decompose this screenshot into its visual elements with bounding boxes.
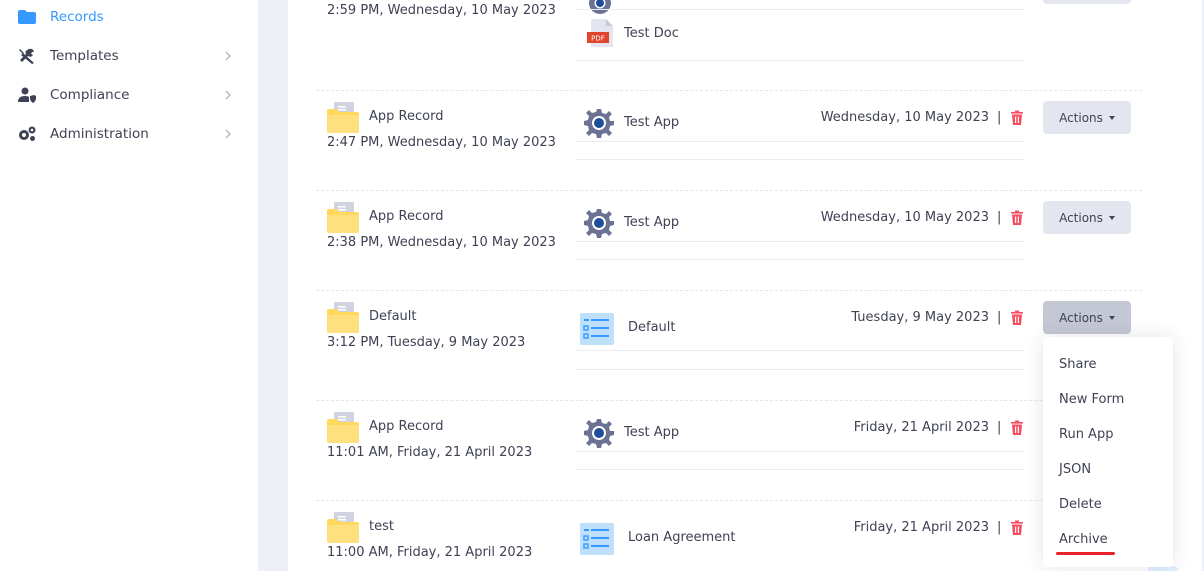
item-label[interactable]: Default (628, 320, 676, 335)
record-time: 2:47 PM, Wednesday, 10 May 2023 (327, 135, 556, 150)
record-time: 2:38 PM, Wednesday, 10 May 2023 (327, 235, 556, 250)
separator: | (997, 520, 1002, 535)
menu-item-delete[interactable]: Delete (1059, 497, 1102, 512)
actions-dropdown-menu: Share New Form Run App JSON Delete Archi… (1043, 337, 1173, 567)
sidebar-item-compliance[interactable]: Compliance (0, 80, 258, 110)
item-label[interactable]: Test App (624, 115, 679, 130)
chevron-right-icon (225, 90, 231, 100)
sidebar-item-templates[interactable]: Templates (0, 41, 258, 71)
record-time: 3:12 PM, Tuesday, 9 May 2023 (327, 335, 526, 350)
gear-app-icon (584, 109, 614, 138)
annotation-underline (1056, 552, 1115, 555)
sidebar-item-label: Administration (50, 126, 149, 142)
sidebar-item-administration[interactable]: Administration (0, 119, 258, 149)
record-name[interactable]: App Record (369, 419, 443, 434)
menu-item-archive[interactable]: Archive (1059, 532, 1108, 547)
sidebar-item-label: Templates (50, 48, 119, 64)
item-divider (576, 159, 1024, 160)
row-separator (316, 190, 1142, 191)
sidebar-item-records[interactable]: Records (0, 2, 258, 32)
row-separator (316, 90, 1142, 91)
actions-button[interactable]: Actions (1043, 201, 1131, 234)
item-label[interactable]: Test Doc (624, 26, 679, 41)
item-divider (576, 350, 1024, 351)
trash-icon[interactable] (1010, 310, 1024, 325)
chevron-right-icon (225, 129, 231, 139)
row-separator (316, 290, 1142, 291)
separator: | (997, 420, 1002, 435)
actions-button[interactable]: Actions (1043, 0, 1131, 4)
folder-record-icon (327, 302, 359, 333)
folder-record-icon (327, 102, 359, 133)
caret-down-icon (1108, 116, 1115, 120)
menu-item-new-form[interactable]: New Form (1059, 392, 1124, 407)
sidebar: Records Templates Compliance Administrat… (0, 0, 258, 571)
actions-button[interactable]: Actions (1043, 101, 1131, 134)
actions-button[interactable]: Actions (1043, 301, 1131, 334)
record-time: 11:01 AM, Friday, 21 April 2023 (327, 445, 533, 460)
record-name[interactable]: App Record (369, 109, 443, 124)
trash-icon[interactable] (1010, 210, 1024, 225)
item-label[interactable]: Test App (624, 425, 679, 440)
gear-app-icon (584, 419, 614, 448)
sidebar-item-label: Records (50, 9, 104, 25)
item-divider (576, 241, 1024, 242)
separator: | (997, 210, 1002, 225)
folder-icon (18, 10, 36, 24)
form-icon (580, 313, 614, 345)
item-divider (576, 469, 1024, 470)
item-divider (576, 369, 1024, 370)
caret-down-icon (1108, 216, 1115, 220)
record-time: 11:00 AM, Friday, 21 April 2023 (327, 545, 533, 560)
folder-record-icon (327, 412, 359, 443)
sidebar-item-label: Compliance (50, 87, 130, 103)
tools-icon (19, 48, 34, 64)
item-divider (576, 451, 1024, 452)
pdf-icon: PDF (587, 19, 613, 47)
cogs-icon (19, 126, 36, 141)
item-label[interactable]: Test App (624, 215, 679, 230)
row-separator (316, 400, 1142, 401)
record-date: Friday, 21 April 2023 (853, 420, 989, 435)
record-name[interactable]: Default (369, 309, 417, 324)
menu-item-share[interactable]: Share (1059, 357, 1097, 372)
record-name[interactable]: test (369, 519, 394, 534)
record-date: Wednesday, 10 May 2023 (820, 110, 989, 125)
record-time: 2:59 PM, Wednesday, 10 May 2023 (327, 3, 556, 18)
item-divider (576, 60, 1024, 61)
chevron-right-icon (225, 51, 231, 61)
menu-item-run-app[interactable]: Run App (1059, 427, 1113, 442)
trash-icon[interactable] (1010, 110, 1024, 125)
item-label[interactable]: Loan Agreement (628, 530, 736, 545)
item-divider (576, 259, 1024, 260)
separator: | (997, 310, 1002, 325)
folder-record-icon (327, 512, 359, 543)
folder-record-icon (327, 202, 359, 233)
item-divider (576, 9, 1024, 10)
trash-icon[interactable] (1010, 420, 1024, 435)
caret-down-icon (1108, 316, 1115, 320)
pdf-badge-text: PDF (591, 35, 605, 43)
item-divider (576, 141, 1024, 142)
row-separator (316, 500, 1142, 501)
user-shield-icon (18, 87, 36, 103)
record-name[interactable]: App Record (369, 209, 443, 224)
form-icon (580, 523, 614, 555)
separator: | (997, 110, 1002, 125)
record-date: Wednesday, 10 May 2023 (820, 210, 989, 225)
trash-icon[interactable] (1010, 520, 1024, 535)
menu-item-json[interactable]: JSON (1059, 462, 1091, 477)
record-date: Friday, 21 April 2023 (853, 520, 989, 535)
record-date: Tuesday, 9 May 2023 (851, 310, 989, 325)
gear-app-icon (584, 209, 614, 238)
